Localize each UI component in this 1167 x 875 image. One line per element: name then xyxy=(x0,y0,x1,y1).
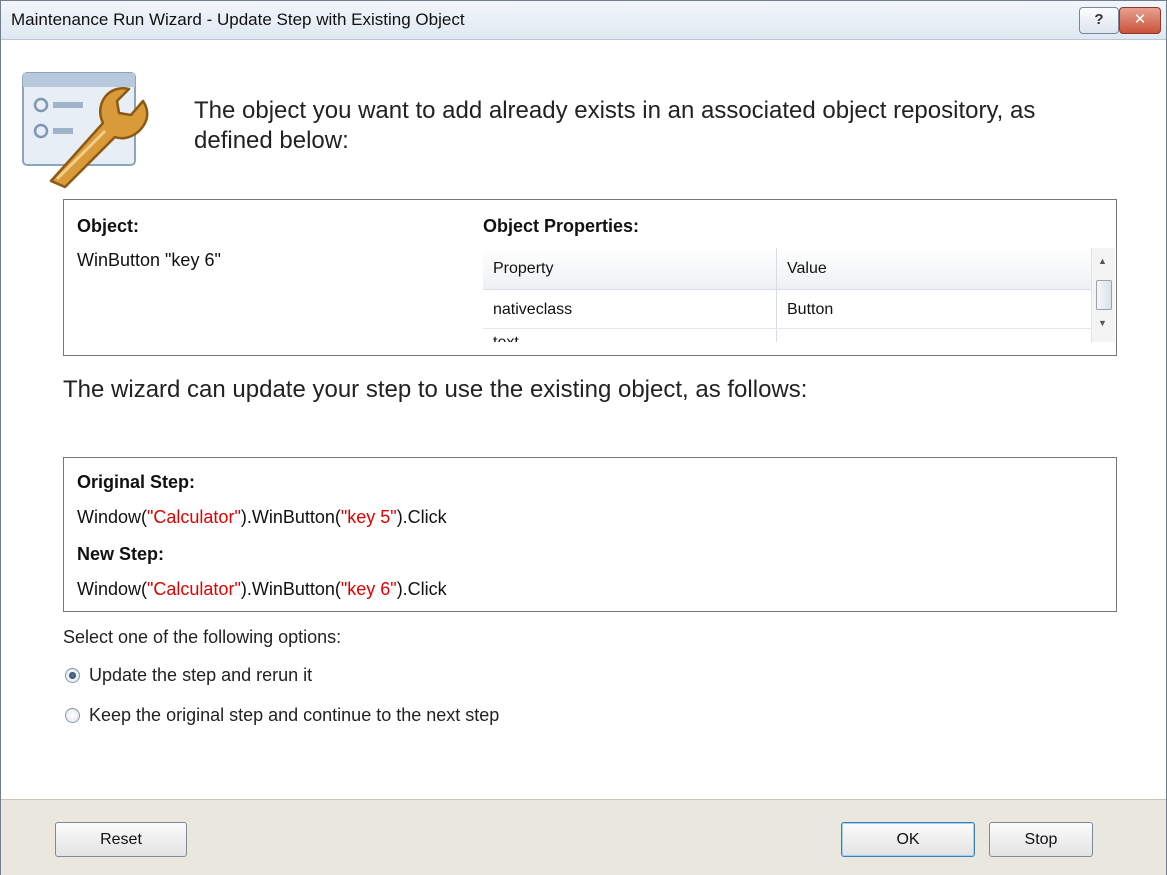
code-text: ).Click xyxy=(396,579,447,599)
wizard-explanation: The wizard can update your step to use t… xyxy=(63,376,808,403)
wrench-settings-icon xyxy=(22,72,149,189)
object-label: Object: xyxy=(77,216,140,236)
string-literal: "Calculator" xyxy=(147,507,241,527)
ok-button[interactable]: OK xyxy=(841,822,975,857)
code-text: Window( xyxy=(77,579,148,599)
original-step-code: Window("Calculator").WinButton("key 5").… xyxy=(77,507,447,528)
string-literal: "Calculator" xyxy=(147,579,241,599)
grid-scrollbar[interactable]: ▲ ▼ xyxy=(1091,248,1115,342)
scroll-down-arrow-icon[interactable]: ▼ xyxy=(1098,318,1107,328)
object-properties-label: Object Properties: xyxy=(483,216,640,236)
option-label[interactable]: Keep the original step and continue to t… xyxy=(89,705,499,726)
window-title: Maintenance Run Wizard - Update Step wit… xyxy=(11,10,465,29)
dialog-footer: Reset OK Stop xyxy=(1,799,1166,875)
new-step-label: New Step: xyxy=(77,544,165,564)
column-header-property[interactable]: Property xyxy=(493,260,553,278)
reset-button[interactable]: Reset xyxy=(55,822,187,857)
header-description: The object you want to add already exist… xyxy=(194,97,1036,154)
row-separator xyxy=(483,328,1091,329)
radio-button[interactable] xyxy=(65,708,80,723)
code-text: ).WinButton( xyxy=(240,507,341,527)
object-details-panel: Object: WinButton "key 6" Object Propert… xyxy=(63,199,1117,356)
code-text: Window( xyxy=(77,507,148,527)
scroll-thumb[interactable] xyxy=(1096,280,1112,310)
close-button[interactable]: ✕ xyxy=(1119,7,1161,34)
string-literal: "key 6" xyxy=(340,579,397,599)
step-comparison-panel: Original Step: Window("Calculator").WinB… xyxy=(63,457,1117,612)
code-text: ).WinButton( xyxy=(240,579,341,599)
code-text: ).Click xyxy=(396,507,447,527)
stop-button[interactable]: Stop xyxy=(989,822,1093,857)
object-value: WinButton "key 6" xyxy=(77,250,221,270)
new-step-code: Window("Calculator").WinButton("key 6").… xyxy=(77,579,447,600)
grid-header: Property Value xyxy=(483,248,1091,290)
column-header-value[interactable]: Value xyxy=(787,260,827,278)
value-cell[interactable]: Button xyxy=(787,301,833,319)
radio-button-selected[interactable] xyxy=(65,668,80,683)
options-prompt: Select one of the following options: xyxy=(63,627,342,647)
original-step-label: Original Step: xyxy=(77,472,196,492)
option-label[interactable]: Update the step and rerun it xyxy=(89,665,312,686)
help-button[interactable]: ? xyxy=(1079,7,1119,34)
option-update-and-rerun[interactable]: Update the step and rerun it xyxy=(65,665,312,686)
object-properties-grid[interactable]: Property Value nativeclass Button text ▲… xyxy=(483,248,1115,342)
property-cell[interactable]: nativeclass xyxy=(493,301,572,319)
scroll-up-arrow-icon[interactable]: ▲ xyxy=(1098,256,1107,266)
option-keep-original[interactable]: Keep the original step and continue to t… xyxy=(65,705,499,726)
title-bar[interactable]: Maintenance Run Wizard - Update Step wit… xyxy=(1,1,1166,40)
maintenance-run-wizard-dialog: Maintenance Run Wizard - Update Step wit… xyxy=(0,0,1167,875)
string-literal: "key 5" xyxy=(340,507,397,527)
property-cell[interactable]: text xyxy=(493,334,519,342)
